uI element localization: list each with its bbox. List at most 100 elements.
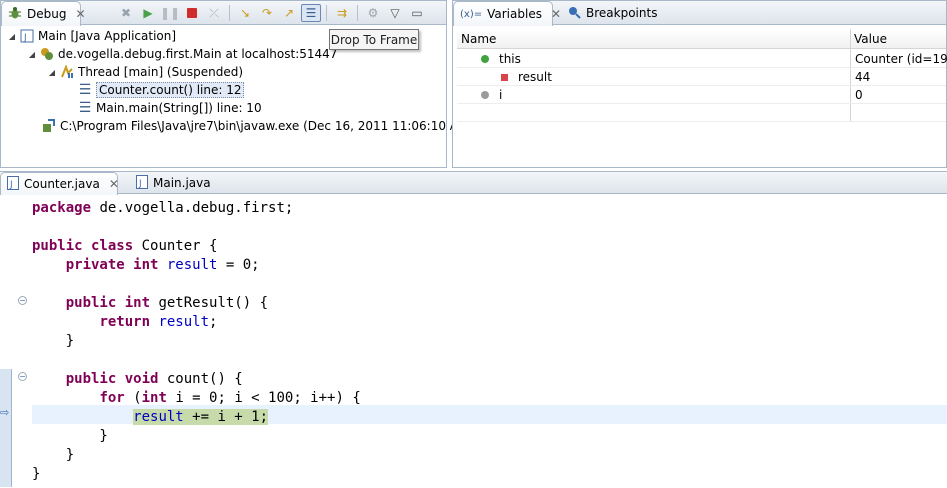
disconnect-icon[interactable]: ⤫ (204, 4, 224, 22)
debug-range-marker (0, 369, 12, 487)
code-token: += i + 1; (183, 409, 269, 425)
tree-label: Counter.count() line: 12 (96, 82, 245, 98)
code-line-text: } (32, 466, 40, 482)
table-row[interactable]: i 0 (457, 86, 946, 104)
svg-text:J: J (9, 180, 13, 190)
threads-icon[interactable]: ⚙ (363, 4, 383, 22)
var-value: 44 (855, 70, 871, 84)
code-line-text: } (32, 333, 74, 349)
tab-counter-java[interactable]: J Counter.java ✕ (0, 172, 119, 195)
step-into-icon[interactable]: ↘ (235, 4, 255, 22)
code-token: result (133, 409, 184, 425)
collapse-arrow-icon[interactable]: ◢ (7, 32, 17, 41)
var-value: Counter (id=19) (855, 52, 947, 66)
code-line-text: for (int i = 0; i < 100; i++) { (32, 390, 360, 406)
table-header: Name Value (457, 29, 946, 49)
suspend-icon[interactable]: ❚❚ (160, 4, 180, 22)
use-step-filters-icon[interactable]: ⇉ (332, 4, 352, 22)
var-name-cell: this (481, 50, 521, 68)
close-icon[interactable]: ✕ (551, 7, 561, 21)
fold-collapse-icon[interactable]: − (18, 296, 27, 305)
java-application-icon: J (19, 28, 35, 44)
minimize-icon[interactable]: ▭ (407, 4, 427, 22)
var-name-cell: result (501, 68, 552, 86)
code-line[interactable]: public class Counter { (32, 237, 947, 256)
column-header-name[interactable]: Name (457, 29, 496, 49)
local-variable-icon (481, 91, 489, 99)
code-line-text: return result; (32, 314, 217, 330)
java-file-icon: J (7, 175, 19, 193)
stack-frame-icon: ☰ (78, 82, 92, 98)
resume-icon[interactable]: ▶ (138, 4, 158, 22)
code-line[interactable]: result += i + 1; (32, 408, 947, 427)
tab-breakpoints[interactable]: Breakpoints (561, 1, 663, 25)
code-area[interactable]: package de.vogella.debug.first; public cl… (32, 195, 947, 488)
terminate-icon[interactable] (182, 4, 202, 22)
tree-row-selected[interactable]: ☰ Counter.count() line: 12 (75, 81, 245, 99)
step-over-icon[interactable]: ↷ (257, 4, 277, 22)
code-line[interactable] (32, 218, 947, 237)
java-file-icon: J (136, 174, 148, 192)
code-token: result (158, 314, 210, 330)
close-icon[interactable]: ✕ (75, 7, 85, 21)
code-line[interactable] (32, 351, 947, 370)
tab-main-java[interactable]: J Main.java (130, 172, 217, 194)
code-line[interactable]: package de.vogella.debug.first; (32, 199, 947, 218)
close-icon[interactable]: ✕ (109, 177, 119, 191)
code-line[interactable] (32, 275, 947, 294)
code-token: public void (65, 371, 159, 387)
code-line[interactable]: return result; (32, 313, 947, 332)
tab-label: Main.java (153, 176, 211, 190)
code-line-text: public int getResult() { (32, 295, 268, 311)
tab-debug-label: Debug (27, 7, 67, 21)
tree-label: Thread [main] (Suspended) (78, 65, 243, 79)
code-line[interactable]: for (int i = 0; i < 100; i++) { (32, 389, 947, 408)
code-line[interactable]: } (32, 427, 947, 446)
step-return-icon[interactable]: ↗ (279, 4, 299, 22)
code-token: ( (124, 390, 142, 406)
code-line[interactable]: } (32, 465, 947, 484)
editor-gutter[interactable]: ⇨ (0, 195, 12, 488)
fold-collapse-icon[interactable]: − (18, 372, 27, 381)
remove-terminated-icon[interactable]: ✖ (116, 4, 136, 22)
variables-view: (x)= Variables ✕ Breakpoints Name Value … (452, 0, 947, 168)
tab-variables-label: Variables (487, 7, 542, 21)
code-line[interactable]: } (32, 446, 947, 465)
tree-row[interactable]: ◢ J Main [Java Application] (7, 27, 176, 45)
collapse-arrow-icon[interactable]: ◢ (47, 68, 57, 77)
tree-row[interactable]: ◢ de.vogella.debug.first.Main at localho… (27, 45, 338, 63)
collapse-arrow-icon[interactable]: ◢ (27, 50, 37, 59)
column-header-value[interactable]: Value (850, 29, 887, 49)
code-line[interactable]: public int getResult() { (32, 294, 947, 313)
code-token: getResult() { (150, 295, 269, 311)
tree-label: Main.main(String[]) line: 10 (96, 101, 262, 115)
code-token: } (32, 466, 41, 482)
code-line[interactable]: private int result = 0; (32, 256, 947, 275)
debug-view: Debug ✕ ✖ ▶ ❚❚ ⤫ ↘ ↷ ↗ ☰ ⇉ ⚙ ▽ ▭ ◢ J Mai… (0, 0, 473, 168)
tab-variables[interactable]: (x)= Variables ✕ (453, 1, 561, 26)
view-menu-icon[interactable]: ▽ (385, 4, 405, 22)
editor-tabbar: J Counter.java ✕ J Main.java (0, 172, 947, 195)
table-row[interactable]: result 44 (457, 68, 946, 86)
table-row[interactable]: this Counter (id=19) (457, 50, 947, 68)
table-row (457, 104, 946, 122)
debug-toolbar: ✖ ▶ ❚❚ ⤫ ↘ ↷ ↗ ☰ ⇉ ⚙ ▽ ▭ (116, 4, 427, 22)
tree-row[interactable]: C:\Program Files\Java\jre7\bin\javaw.exe… (39, 117, 473, 135)
tab-breakpoints-label: Breakpoints (586, 6, 658, 20)
code-token: } (32, 447, 75, 463)
svg-text:J: J (138, 179, 142, 189)
code-line[interactable]: public void count() { (32, 370, 947, 389)
tree-row[interactable]: ◢ Thread [main] (Suspended) (47, 63, 243, 81)
toolbar-separator (357, 5, 358, 21)
drop-to-frame-icon[interactable]: ☰ (301, 4, 321, 22)
variables-tabbar: (x)= Variables ✕ Breakpoints (453, 1, 946, 26)
code-line[interactable]: } (32, 332, 947, 351)
public-field-icon (481, 55, 489, 63)
tree-row[interactable]: ☰ Main.main(String[]) line: 10 (75, 99, 262, 117)
tab-debug[interactable]: Debug ✕ (1, 1, 86, 26)
debug-tabbar: Debug ✕ ✖ ▶ ❚❚ ⤫ ↘ ↷ ↗ ☰ ⇉ ⚙ ▽ ▭ (1, 1, 446, 26)
